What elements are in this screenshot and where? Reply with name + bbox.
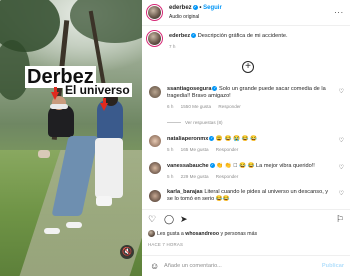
caption-username[interactable]: ederbez — [169, 33, 190, 39]
comment-body: 👏 👏 🏻 😂 😂 La mejor vibra querido!! — [216, 163, 315, 169]
video-person-left-hand — [38, 150, 50, 158]
share-send-icon[interactable]: ➤ — [180, 214, 188, 225]
comment-text: vanessabauche ✓ 👏 👏 🏻 😂 😂 La mejor vibra … — [167, 163, 333, 170]
bookmark-icon[interactable]: ⚐ — [336, 214, 344, 225]
post-date: HACE 7 HORAS — [148, 242, 184, 247]
verified-icon: ✓ — [209, 163, 215, 169]
verified-icon: ✓ — [192, 5, 198, 10]
likes-suffix[interactable]: y personas más — [220, 231, 257, 237]
post-caption: ederbez ✓ Descripción gráfica de mi accid… — [169, 33, 345, 40]
add-comment-bar: ☺ Añade un comentario... Publicar — [142, 255, 350, 276]
view-replies-button[interactable]: Ver respuestas (8) — [167, 120, 223, 125]
verified-icon: ✓ — [191, 33, 197, 39]
header-username-row: ederbez ✓ • Seguir — [169, 5, 222, 11]
heart-icon[interactable]: ♡ — [339, 190, 344, 197]
comment-text: karla_barajas Literal cuando le pides al… — [167, 189, 329, 203]
audio-subtitle[interactable]: Audio original — [169, 14, 199, 20]
heart-icon[interactable]: ♡ — [339, 164, 344, 171]
follow-button[interactable]: Seguir — [203, 5, 222, 11]
video-person-left-torso — [48, 105, 74, 137]
comment-likes[interactable]: 1550 Me gusta — [181, 104, 211, 109]
publish-button[interactable]: Publicar — [322, 263, 344, 269]
video-arrow-icon — [100, 103, 108, 111]
comment-username[interactable]: nataliaperonmx — [167, 136, 208, 142]
emoji-icon[interactable]: ☺ — [150, 261, 159, 271]
video-caption-universe: El universo — [63, 83, 132, 97]
likes-user[interactable]: whosandreoo — [185, 231, 219, 237]
comment-time: 5 h — [167, 147, 174, 152]
video-arrow-icon — [51, 92, 59, 100]
heart-icon[interactable]: ♡ — [339, 88, 344, 95]
comment-likes[interactable]: 165 Me gusta — [181, 147, 209, 152]
avatar[interactable] — [149, 135, 161, 147]
video-person-left-shoe — [66, 222, 82, 228]
comment-bubble-icon[interactable]: ◯ — [164, 214, 174, 225]
more-options-icon[interactable]: ... — [334, 6, 344, 15]
caption-time: 7 h — [169, 44, 176, 49]
follow-separator: • — [199, 5, 202, 12]
caption-text: Descripción gráfica de mi accidente. — [197, 33, 288, 39]
comment-username[interactable]: vanessabauche — [167, 163, 209, 169]
avatar[interactable] — [149, 190, 161, 202]
add-circle-icon[interactable]: + — [242, 61, 254, 73]
view-replies-label[interactable]: Ver respuestas (8) — [185, 120, 223, 125]
verified-icon: ✓ — [212, 86, 218, 92]
comment-meta: 5 h 165 Me gusta Responder — [167, 147, 244, 152]
avatar[interactable] — [149, 162, 161, 174]
avatar[interactable] — [148, 32, 161, 45]
avatar[interactable] — [148, 6, 161, 19]
post-details-panel: ederbez ✓ • Seguir Audio original ... ede… — [142, 0, 350, 276]
avatar[interactable] — [149, 86, 161, 98]
post-actions-bar: ♡ ◯ ➤ ⚐ — [142, 209, 350, 231]
comment-time: 5 h — [167, 174, 174, 179]
comment-text: nataliaperonmx ✓ 😩 😂 😭 😂 😂 — [167, 136, 333, 143]
comment-text: ssantiagosegura ✓ Solo un grande puede sa… — [167, 86, 333, 100]
video-person-right-legs — [95, 138, 123, 198]
heart-icon[interactable]: ♡ — [339, 137, 344, 144]
reply-button[interactable]: Responder — [216, 174, 238, 179]
verified-icon: ✓ — [209, 136, 215, 142]
likes-summary: Les gusta a whosandreoo y personas más — [148, 230, 257, 237]
comment-likes[interactable]: 229 Me gusta — [181, 174, 209, 179]
likes-prefix: Les gusta a — [157, 230, 184, 237]
comment-meta: 6 h 1550 Me gusta Responder — [167, 104, 247, 109]
reply-button[interactable]: Responder — [216, 147, 238, 152]
post-video[interactable]: Derbez El universo 🔇 — [0, 0, 142, 276]
header-username[interactable]: ederbez — [169, 5, 192, 11]
post-header: ederbez ✓ • Seguir Audio original ... — [142, 0, 350, 26]
comment-username[interactable]: ssantiagosegura — [167, 86, 211, 92]
like-heart-icon[interactable]: ♡ — [148, 214, 156, 225]
speaker-muted-icon[interactable]: 🔇 — [120, 245, 134, 259]
video-person-right-shoe — [96, 196, 112, 206]
comments-list[interactable]: ederbez ✓ Descripción gráfica de mi accid… — [142, 26, 350, 209]
comment-meta: 5 h 229 Me gusta Responder — [167, 174, 244, 179]
comment-body: 😩 😂 😭 😂 😂 — [215, 136, 257, 142]
reply-button[interactable]: Responder — [218, 104, 240, 109]
avatar — [148, 230, 155, 237]
comment-time: 6 h — [167, 104, 174, 109]
replies-divider — [167, 122, 181, 124]
comment-username[interactable]: karla_barajas — [167, 189, 203, 195]
comment-input[interactable]: Añade un comentario... — [164, 263, 222, 269]
video-person-left-shoe — [44, 228, 60, 234]
video-person-left-glasses — [50, 104, 68, 109]
